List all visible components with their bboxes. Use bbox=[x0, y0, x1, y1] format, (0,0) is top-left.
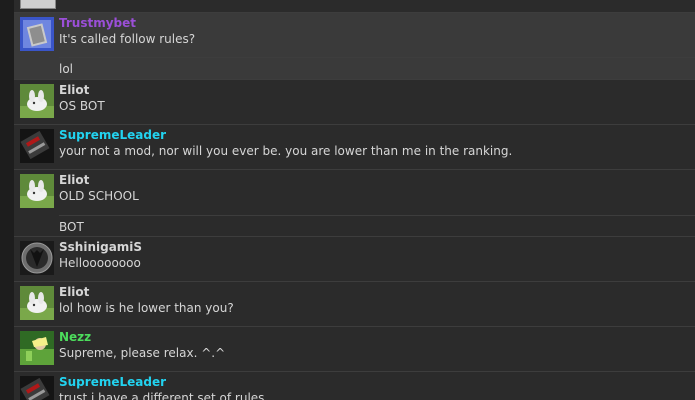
username[interactable]: Eliot bbox=[59, 173, 89, 188]
left-gutter bbox=[0, 0, 14, 400]
divider bbox=[59, 57, 695, 58]
chat-message[interactable]: Eliot OLD SCHOOL BOT bbox=[14, 169, 695, 236]
bunny-avatar-icon[interactable] bbox=[20, 84, 54, 118]
message-continuation: BOT bbox=[59, 220, 84, 234]
divider bbox=[59, 215, 695, 216]
shinigami-avatar-icon[interactable] bbox=[20, 241, 54, 275]
dark-avatar-icon[interactable] bbox=[20, 376, 54, 400]
chat-message[interactable]: Nezz Supreme, please relax. ^.^ bbox=[14, 326, 695, 371]
chat-message[interactable]: Trustmybet It's called follow rules? lol bbox=[14, 12, 695, 79]
chat-message[interactable]: Eliot OS BOT bbox=[14, 79, 695, 124]
chat-message[interactable]: SshinigamiS Helloooooooo bbox=[14, 236, 695, 281]
message-text: lol how is he lower than you? bbox=[59, 301, 234, 315]
message-continuation: lol bbox=[59, 62, 74, 76]
message-text: OLD SCHOOL bbox=[59, 189, 139, 203]
bunny-avatar-icon[interactable] bbox=[20, 174, 54, 208]
message-text: Helloooooooo bbox=[59, 256, 141, 270]
chat-feed[interactable]: Trustmybet It's called follow rules? lol… bbox=[14, 0, 695, 400]
message-text: your not a mod, nor will you ever be. yo… bbox=[59, 144, 513, 158]
username[interactable]: SupremeLeader bbox=[59, 128, 166, 143]
message-text: OS BOT bbox=[59, 99, 105, 113]
previous-message-stub bbox=[14, 0, 695, 12]
dark-avatar-icon[interactable] bbox=[20, 129, 54, 163]
nezz-avatar-icon[interactable] bbox=[20, 331, 54, 365]
message-text: Supreme, please relax. ^.^ bbox=[59, 346, 226, 360]
chat-message[interactable]: SupremeLeader your not a mod, nor will y… bbox=[14, 124, 695, 169]
username[interactable]: SupremeLeader bbox=[59, 375, 166, 390]
chat-message[interactable]: SupremeLeader trust i have a different s… bbox=[14, 371, 695, 400]
username[interactable]: Eliot bbox=[59, 285, 89, 300]
message-text: trust i have a different set of rules bbox=[59, 391, 265, 400]
message-text: It's called follow rules? bbox=[59, 32, 196, 46]
username[interactable]: Trustmybet bbox=[59, 16, 136, 31]
username[interactable]: SshinigamiS bbox=[59, 240, 142, 255]
avatar-icon bbox=[20, 0, 56, 9]
bunny-avatar-icon[interactable] bbox=[20, 286, 54, 320]
username[interactable]: Nezz bbox=[59, 330, 91, 345]
chat-message[interactable]: Eliot lol how is he lower than you? bbox=[14, 281, 695, 326]
username[interactable]: Eliot bbox=[59, 83, 89, 98]
portrait-avatar-icon[interactable] bbox=[20, 17, 54, 51]
